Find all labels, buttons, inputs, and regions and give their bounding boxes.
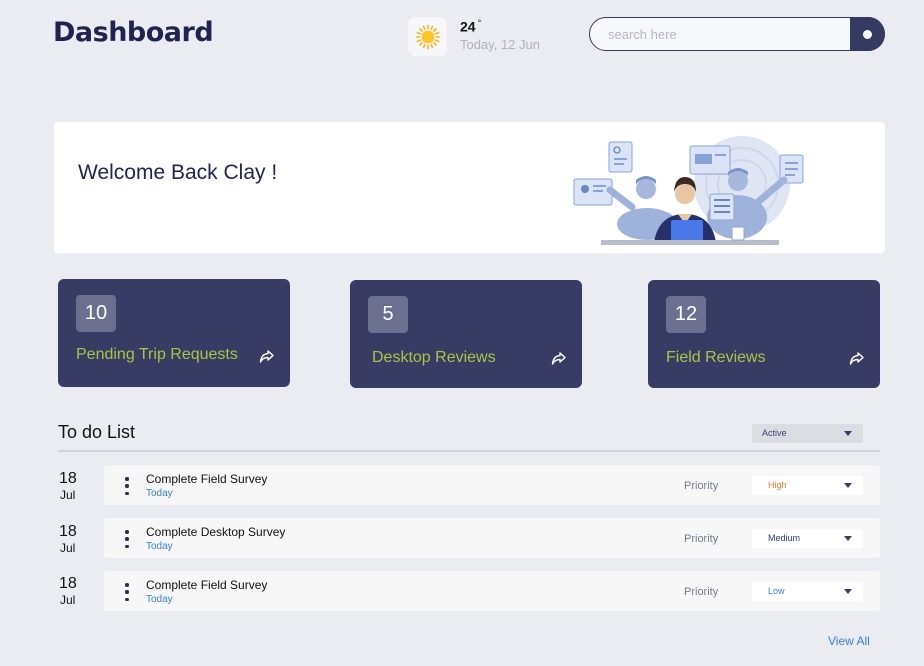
priority-value: High [768,480,787,490]
task-row: Complete Field Survey Today Priority Low [104,571,880,611]
task-day: 18 [59,523,77,540]
priority-select[interactable]: Medium [752,529,863,548]
temperature: 24 ° [460,18,482,35]
search-icon [863,29,872,39]
stat-count: 5 [368,296,408,333]
task-row: Complete Field Survey Today Priority Hig… [104,465,880,505]
stat-card-pending-trip-requests[interactable]: 10 Pending Trip Requests [58,279,290,387]
stat-label: Desktop Reviews [372,349,496,366]
priority-label: Priority [684,533,719,545]
priority-value: Low [768,586,785,596]
weather-date: Today, 12 Jun [460,37,540,52]
search-input[interactable] [608,25,848,43]
task-when: Today [146,541,173,552]
task-day: 18 [59,470,77,487]
task-row: Complete Desktop Survey Today Priority M… [104,518,880,558]
task-month: Jul [60,541,76,555]
task-when: Today [146,488,173,499]
status-filter-select[interactable]: Active [752,424,863,443]
welcome-banner: Welcome Back Clay ! [54,122,885,253]
todo-title: To do List [58,422,136,442]
task-name: Complete Field Survey [146,472,268,486]
priority-select[interactable]: Low [752,582,863,601]
stat-card-desktop-reviews[interactable]: 5 Desktop Reviews [350,280,582,388]
task-name: Complete Field Survey [146,578,268,592]
task-month: Jul [60,488,76,502]
more-options-icon[interactable] [123,530,131,548]
priority-label: Priority [684,480,719,492]
divider [58,450,880,452]
task-name: Complete Desktop Survey [146,525,286,539]
priority-label: Priority [684,586,719,598]
priority-select[interactable]: High [752,476,863,495]
share-icon[interactable] [848,349,866,367]
priority-value: Medium [768,533,801,543]
caret-down-icon [844,536,852,541]
page-title: Dashboard [53,17,214,48]
status-filter-value: Active [762,428,787,438]
sun-icon [415,24,440,49]
more-options-icon[interactable] [123,477,131,495]
stat-count: 12 [666,296,706,333]
search-bar [589,17,885,51]
share-icon[interactable] [258,347,276,365]
view-all-link[interactable]: View All [828,634,870,648]
caret-down-icon [844,483,852,488]
stat-card-field-reviews[interactable]: 12 Field Reviews [648,280,880,388]
more-options-icon[interactable] [123,583,131,601]
stat-count: 10 [76,295,116,332]
stat-label: Pending Trip Requests [76,346,238,363]
task-when: Today [146,594,173,605]
welcome-message: Welcome Back Clay ! [78,161,278,184]
team-illustration [573,136,804,245]
caret-down-icon [844,589,852,594]
task-day: 18 [59,575,77,592]
caret-down-icon [844,431,852,436]
share-icon[interactable] [550,349,568,367]
weather-widget [408,17,447,56]
stat-label: Field Reviews [666,349,766,366]
search-button[interactable] [850,17,885,51]
task-month: Jul [60,593,76,607]
